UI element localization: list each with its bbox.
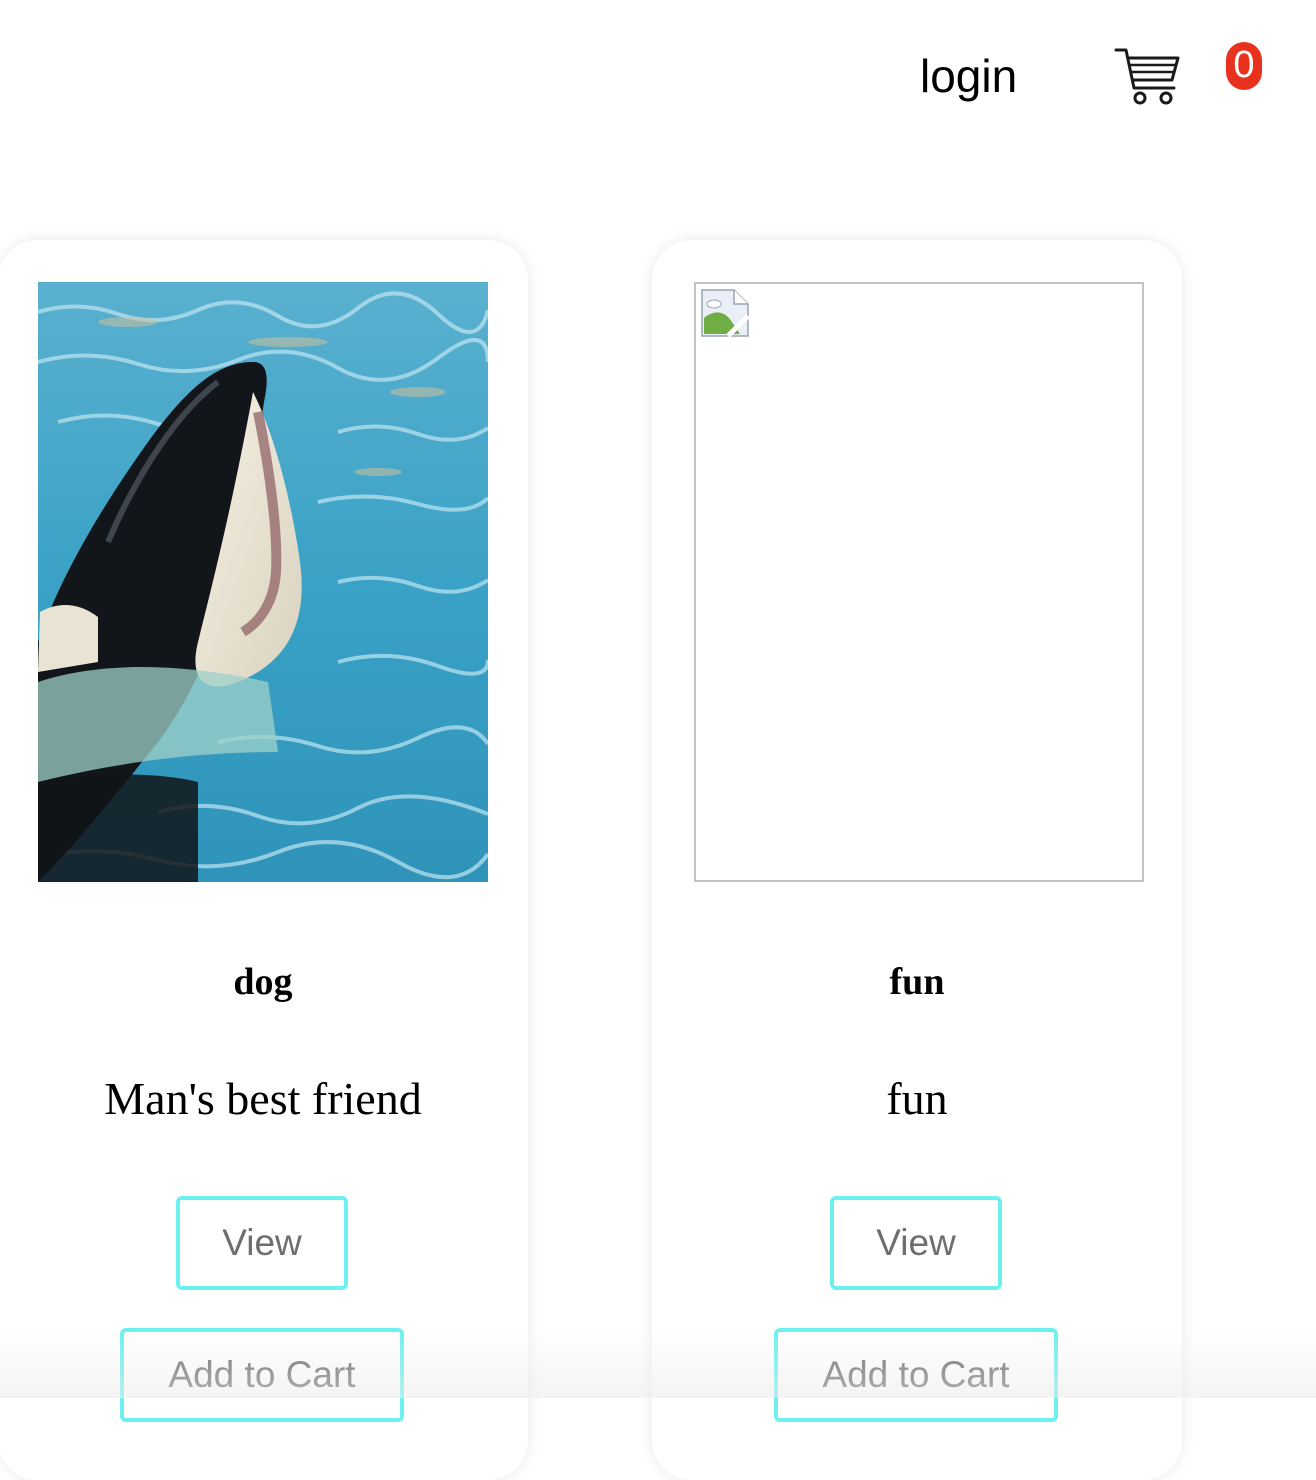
cart-count-badge: 0 <box>1226 42 1262 90</box>
product-card: fun fun View Add to Cart <box>652 240 1182 1480</box>
product-title: dog <box>233 961 293 1003</box>
top-navigation: login 0 <box>0 0 1316 150</box>
login-link[interactable]: login <box>920 48 1017 104</box>
add-to-cart-button[interactable]: Add to Cart <box>774 1328 1058 1422</box>
shopping-cart-icon[interactable] <box>1114 44 1182 110</box>
add-to-cart-button[interactable]: Add to Cart <box>120 1328 404 1422</box>
product-description: Man's best friend <box>104 1073 422 1124</box>
product-image <box>694 282 1144 882</box>
orca-photo <box>38 282 488 882</box>
view-button[interactable]: View <box>830 1196 1002 1290</box>
product-card: dog Man's best friend View Add to Cart <box>0 240 528 1480</box>
broken-image-icon <box>701 289 750 338</box>
view-button[interactable]: View <box>176 1196 348 1290</box>
product-description: fun <box>886 1073 948 1124</box>
product-image <box>38 282 488 882</box>
product-title: fun <box>889 961 945 1003</box>
